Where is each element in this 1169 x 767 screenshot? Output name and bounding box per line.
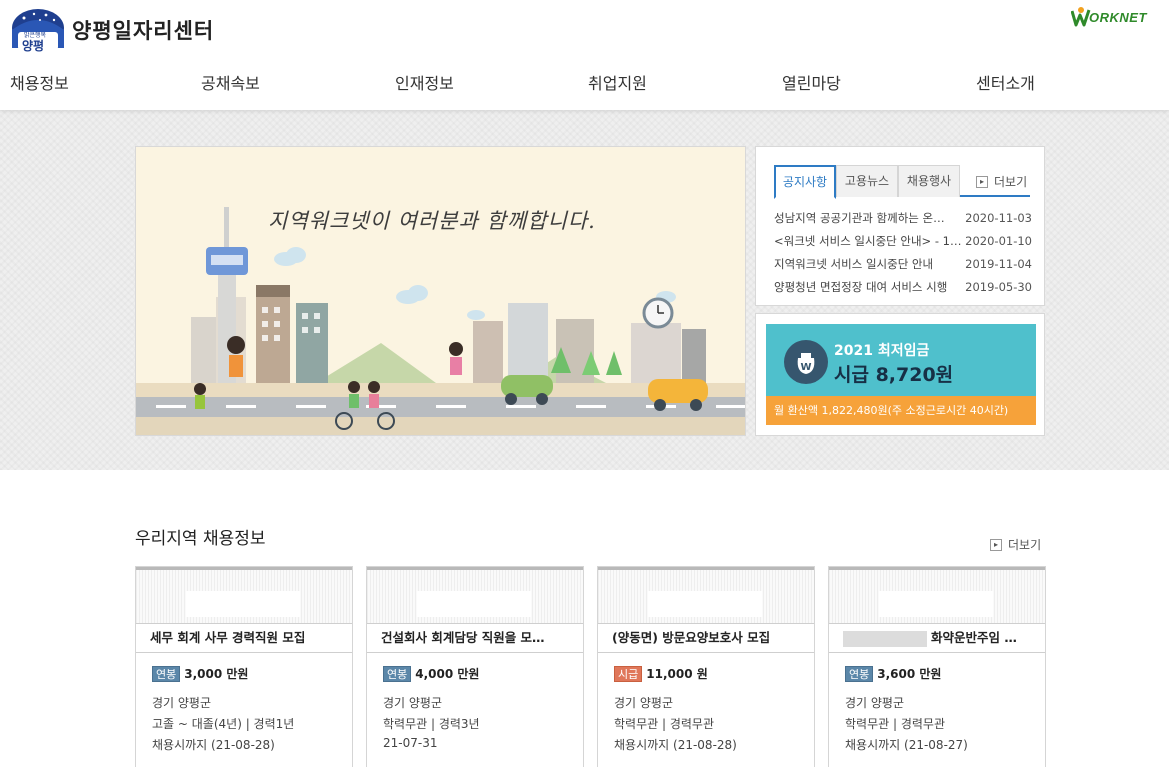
pay-type-badge: 연봉 xyxy=(152,665,181,682)
nav-item-open-forum[interactable]: 열린마당 xyxy=(782,70,841,94)
main-banner[interactable]: 지역워크넷이 여러분과 함께합니다. xyxy=(135,146,746,436)
job-deadline: 채용시까지 (21-08-27) xyxy=(845,738,968,752)
worknet-label: ORKNET xyxy=(1089,10,1147,25)
company-logo xyxy=(648,591,762,617)
notice-board: 공지사항 고용뉴스 채용행사 ▸ 더보기 성남지역 공공기관과 함께하는 온… … xyxy=(755,146,1045,306)
job-card[interactable]: 건설회사 회계담당 직원을 모… 연봉 4,000 만원 경기 양평군 학력무관… xyxy=(366,566,584,767)
notice-date: 2020-01-10 xyxy=(965,234,1032,248)
nav-item-talent[interactable]: 인재정보 xyxy=(395,70,454,94)
money-bag-icon: W xyxy=(784,340,828,384)
notice-item[interactable]: 양평청년 면접정장 대여 서비스 시행 2019-05-30 xyxy=(774,276,1032,299)
job-card-header xyxy=(367,567,583,623)
site-name: 양평일자리센터 xyxy=(72,19,215,43)
company-logo xyxy=(417,591,531,617)
nav-item-center-intro[interactable]: 센터소개 xyxy=(976,70,1035,94)
chevron-right-icon: ▸ xyxy=(990,538,1002,551)
job-deadline: 21-07-31 xyxy=(383,736,438,750)
job-location: 경기 양평군 xyxy=(614,696,674,710)
notice-item[interactable]: <워크넷 서비스 일시중단 안내> - 1… 2020-01-10 xyxy=(774,230,1032,253)
banner-headline: 지역워크넷이 여러분과 함께합니다. xyxy=(268,209,596,233)
yangpyeong-emblem-icon: 맑은행복 양평 xyxy=(10,8,66,53)
pay-amount: 3,000 만원 xyxy=(184,667,249,681)
site-header: 맑은행복 양평 양평일자리센터 ORKNET 채용정보 공채속보 인재정보 취업… xyxy=(0,0,1169,110)
city-illustration xyxy=(136,147,745,435)
job-requirements: 학력무관 | 경력무관 xyxy=(845,717,945,731)
tab-recruit-events[interactable]: 채용행사 xyxy=(898,165,960,197)
job-card-header xyxy=(598,567,814,623)
site-logo[interactable]: 맑은행복 양평 양평일자리센터 xyxy=(10,8,215,53)
job-card-header xyxy=(136,567,352,623)
min-wage-panel: W 2021 최저임금 시급 8,720원 월 환산액 1,822,480원(주… xyxy=(766,324,1036,425)
job-title[interactable]: 세무 회계 사무 경력직원 모집 xyxy=(136,623,352,653)
notice-title[interactable]: <워크넷 서비스 일시중단 안내> - 1… xyxy=(774,230,962,253)
company-logo xyxy=(879,591,993,617)
notice-date: 2020-11-03 xyxy=(965,211,1032,225)
pay-type-badge: 연봉 xyxy=(845,665,874,682)
job-title-row[interactable]: 화약운반주임 … xyxy=(829,623,1045,653)
svg-text:W: W xyxy=(800,362,811,373)
job-card[interactable]: 화약운반주임 … 연봉 3,600 만원 경기 양평군 학력무관 | 경력무관 … xyxy=(828,566,1046,767)
job-location: 경기 양평군 xyxy=(845,696,905,710)
notice-title[interactable]: 지역워크넷 서비스 일시중단 안내 xyxy=(774,253,962,276)
job-pay: 연봉 4,000 만원 xyxy=(383,665,479,682)
notice-list: 성남지역 공공기관과 함께하는 온… 2020-11-03 <워크넷 서비스 일… xyxy=(774,207,1032,299)
job-card-header xyxy=(829,567,1045,623)
min-wage-amount: 시급 8,720원 xyxy=(834,364,954,386)
notice-item[interactable]: 지역워크넷 서비스 일시중단 안내 2019-11-04 xyxy=(774,253,1032,276)
nav-item-public-recruit[interactable]: 공채속보 xyxy=(201,70,260,94)
notice-title[interactable]: 양평청년 면접정장 대여 서비스 시행 xyxy=(774,276,962,299)
masked-company-name xyxy=(843,630,927,647)
job-title[interactable]: 건설회사 회계담당 직원을 모… xyxy=(367,623,583,653)
chevron-right-icon: ▸ xyxy=(976,175,988,188)
notice-more-link[interactable]: ▸ 더보기 xyxy=(976,173,1027,190)
worknet-logo[interactable]: ORKNET xyxy=(1071,6,1161,30)
min-wage-banner[interactable]: W 2021 최저임금 시급 8,720원 월 환산액 1,822,480원(주… xyxy=(755,313,1045,436)
worknet-w-icon xyxy=(1071,7,1091,27)
notice-date: 2019-11-04 xyxy=(965,257,1032,271)
pay-type-badge: 시급 xyxy=(614,665,643,682)
logo-badge-main-text: 양평 xyxy=(22,39,45,53)
jobs-more-link[interactable]: ▸ 더보기 xyxy=(990,536,1041,553)
job-requirements: 학력무관 | 경력무관 xyxy=(614,717,714,731)
section-title-local-jobs: 우리지역 채용정보 xyxy=(135,529,266,549)
company-logo xyxy=(186,591,300,617)
jobs-more-label: 더보기 xyxy=(1008,538,1042,552)
job-title[interactable]: (양동면) 방문요양보호사 모집 xyxy=(598,623,814,653)
notice-title[interactable]: 성남지역 공공기관과 함께하는 온… xyxy=(774,207,962,230)
pay-amount: 11,000 원 xyxy=(646,667,708,681)
job-title: 화약운반주임 … xyxy=(931,630,1017,645)
job-requirements: 학력무관 | 경력3년 xyxy=(383,717,480,731)
tab-notices[interactable]: 공지사항 xyxy=(774,165,836,199)
job-requirements: 고졸 ~ 대졸(4년) | 경력1년 xyxy=(152,717,295,731)
notice-date: 2019-05-30 xyxy=(965,280,1032,294)
pay-type-badge: 연봉 xyxy=(383,665,412,682)
notice-item[interactable]: 성남지역 공공기관과 함께하는 온… 2020-11-03 xyxy=(774,207,1032,230)
notice-more-label: 더보기 xyxy=(994,175,1028,189)
nav-item-employment-support[interactable]: 취업지원 xyxy=(588,70,647,94)
tab-employment-news[interactable]: 고용뉴스 xyxy=(836,165,898,197)
job-pay: 시급 11,000 원 xyxy=(614,665,708,682)
job-location: 경기 양평군 xyxy=(383,696,443,710)
notice-tabs: 공지사항 고용뉴스 채용행사 ▸ 더보기 xyxy=(774,165,1030,199)
nav-item-jobs[interactable]: 채용정보 xyxy=(10,70,69,94)
job-card[interactable]: (양동면) 방문요양보호사 모집 시급 11,000 원 경기 양평군 학력무관… xyxy=(597,566,815,767)
job-deadline: 채용시까지 (21-08-28) xyxy=(614,738,737,752)
job-card[interactable]: 세무 회계 사무 경력직원 모집 연봉 3,000 만원 경기 양평군 고졸 ~… xyxy=(135,566,353,767)
hero-section: 지역워크넷이 여러분과 함께합니다. 공지사항 고용뉴스 채용행사 ▸ 더보기 … xyxy=(0,110,1169,470)
min-wage-monthly: 월 환산액 1,822,480원(주 소정근로시간 40시간) xyxy=(766,396,1036,425)
main-nav: 채용정보 공채속보 인재정보 취업지원 열린마당 센터소개 xyxy=(0,60,1169,100)
job-deadline: 채용시까지 (21-08-28) xyxy=(152,738,275,752)
job-pay: 연봉 3,600 만원 xyxy=(845,665,941,682)
pay-amount: 4,000 만원 xyxy=(415,667,480,681)
pay-amount: 3,600 만원 xyxy=(877,667,942,681)
min-wage-year: 2021 최저임금 xyxy=(834,343,930,359)
job-pay: 연봉 3,000 만원 xyxy=(152,665,248,682)
job-location: 경기 양평군 xyxy=(152,696,212,710)
